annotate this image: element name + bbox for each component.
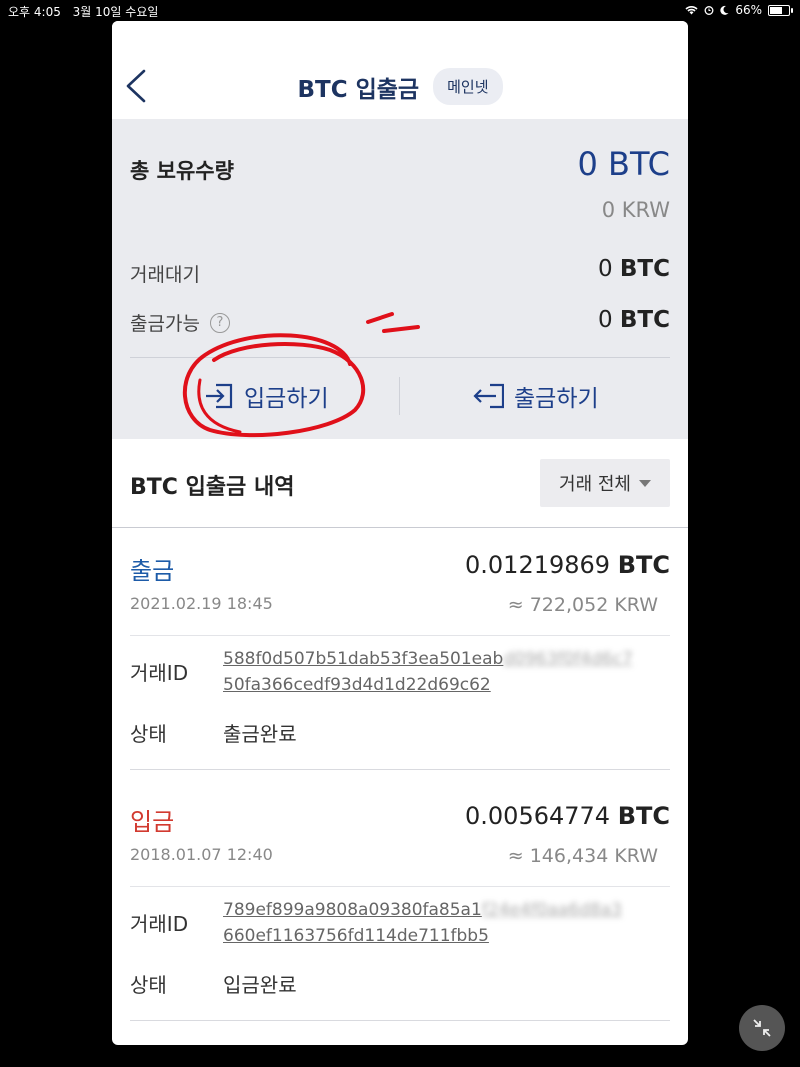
transaction-item[interactable]: 출금 0.01219869 BTC 2021.02.19 18:45 ≈ 722…	[130, 551, 670, 781]
divider	[130, 635, 670, 636]
app-window: BTC 입출금 메인넷 총 보유수량 0 BTC 0 KRW 거래대기 0 BT…	[112, 21, 688, 1045]
pending-amount: 0	[597, 256, 613, 282]
deposit-button[interactable]: 입금하기	[204, 374, 329, 418]
withdrawable-unit: BTC	[619, 307, 670, 333]
network-badge: 메인넷	[433, 68, 503, 105]
header: BTC 입출금 메인넷	[112, 21, 688, 119]
tx-amount-unit: BTC	[617, 551, 670, 579]
total-holdings-label: 총 보유수량	[130, 159, 234, 183]
pending-label-text: 거래대기	[130, 264, 200, 286]
tx-status-label: 상태	[130, 722, 167, 746]
tx-type: 출금	[130, 557, 175, 585]
action-divider	[399, 377, 400, 415]
transaction-item[interactable]: 입금 0.00564774 BTC 2018.01.07 12:40 ≈ 146…	[130, 802, 670, 1032]
tx-hash-part2: 660ef1163756fd114de711fbb5	[223, 926, 489, 946]
tx-amount-value: 0.01219869	[465, 551, 611, 579]
tx-hash-part2: 50fa366cedf93d4d1d22d69c62	[223, 675, 491, 695]
tx-date: 2021.02.19 18:45	[130, 594, 273, 613]
withdrawable-amount: 0	[597, 307, 613, 333]
collapse-arrows-icon	[753, 1019, 771, 1037]
wifi-icon	[685, 6, 698, 15]
question-circle-icon[interactable]: ?	[209, 312, 230, 333]
tx-id-label: 거래ID	[130, 661, 189, 685]
withdrawable-label: 출금가능 ?	[130, 309, 230, 336]
tx-hash-part1: 588f0d507b51dab53f3ea501eab	[223, 649, 504, 669]
withdraw-button[interactable]: 출금하기	[472, 374, 599, 418]
pending-value: 0 BTC	[598, 256, 670, 282]
tx-amount: 0.01219869 BTC	[465, 551, 670, 579]
pending-label: 거래대기	[130, 260, 200, 287]
filter-dropdown[interactable]: 거래 전체	[540, 459, 670, 507]
deposit-label: 입금하기	[244, 386, 329, 412]
tx-hash-link[interactable]: 588f0d507b51dab53f3ea501eabd0963f0f4d6c7…	[223, 646, 670, 698]
tx-type: 입금	[130, 808, 175, 836]
tx-krw: ≈ 146,434 KRW	[507, 845, 658, 867]
divider	[130, 357, 670, 358]
balance-summary: 총 보유수량 0 BTC 0 KRW 거래대기 0 BTC 출금가능 ? 0 B…	[112, 119, 688, 439]
withdrawable-label-text: 출금가능	[130, 313, 200, 335]
tx-amount-unit: BTC	[617, 802, 670, 830]
tx-date: 2018.01.07 12:40	[130, 845, 273, 864]
login-arrow-icon	[206, 383, 233, 409]
battery-fill	[770, 6, 782, 14]
withdrawable-value: 0 BTC	[598, 307, 670, 333]
divider	[130, 769, 670, 770]
history-title: BTC 입출금 내역	[130, 475, 295, 500]
battery-icon	[768, 4, 793, 16]
tx-amount: 0.00564774 BTC	[465, 802, 670, 830]
tx-krw: ≈ 722,052 KRW	[507, 594, 658, 616]
collapse-button[interactable]	[739, 1005, 785, 1051]
filter-label: 거래 전체	[559, 474, 631, 495]
tx-hash-blurred: d0963f0f4d6c7	[503, 649, 633, 669]
tx-status: 출금완료	[223, 722, 297, 746]
divider	[130, 1020, 670, 1021]
total-btc-value: 0 BTC	[577, 145, 671, 183]
tx-status-label: 상태	[130, 973, 167, 997]
history-header: BTC 입출금 내역 거래 전체	[112, 439, 688, 528]
alarm-icon	[704, 6, 714, 15]
tx-hash-part1: 789ef899a9808a09380fa85a1	[223, 900, 482, 920]
withdraw-label: 출금하기	[514, 386, 599, 412]
total-krw-value: 0 KRW	[601, 198, 670, 222]
status-bar: 오후 4:05 3월 10일 수요일 66%	[0, 0, 800, 22]
status-date: 3월 10일 수요일	[72, 5, 159, 19]
divider	[130, 886, 670, 887]
tx-status: 입금완료	[223, 973, 297, 997]
tx-hash-blurred: f24e4f0aa6d8a3	[481, 900, 622, 920]
status-time: 오후 4:05	[8, 5, 61, 19]
tx-id-label: 거래ID	[130, 912, 189, 936]
moon-icon	[720, 5, 729, 15]
pending-unit: BTC	[619, 256, 670, 282]
logout-arrow-icon	[473, 383, 504, 409]
tx-hash-link[interactable]: 789ef899a9808a09380fa85a1f24e4f0aa6d8a3 …	[223, 897, 670, 949]
battery-percent: 66%	[735, 3, 762, 17]
tx-amount-value: 0.00564774	[465, 802, 611, 830]
caret-down-icon	[638, 479, 651, 487]
page-title: BTC 입출금	[297, 76, 420, 103]
